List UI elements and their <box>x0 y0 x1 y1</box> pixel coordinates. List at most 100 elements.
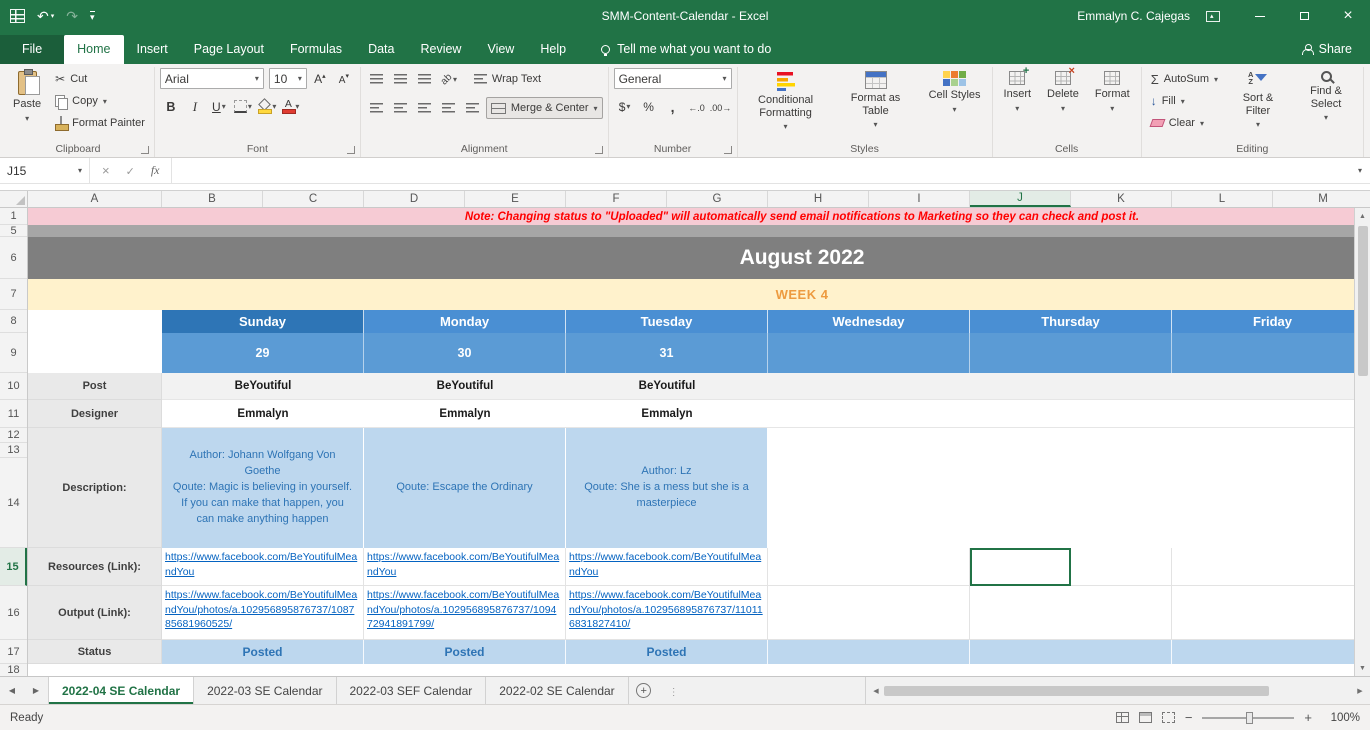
tab-home[interactable]: Home <box>64 35 124 64</box>
borders-button[interactable] <box>232 96 254 117</box>
tab-page-layout[interactable]: Page Layout <box>181 35 277 64</box>
decrease-decimal-button[interactable] <box>710 96 732 117</box>
decrease-indent-button[interactable] <box>438 98 460 119</box>
description-cell-wednesday[interactable] <box>768 428 970 548</box>
zoom-out-button[interactable] <box>1185 710 1193 725</box>
align-left-button[interactable] <box>366 98 388 119</box>
horizontal-scroll-thumb[interactable] <box>884 685 1269 696</box>
resources-row-label[interactable]: Resources (Link): <box>28 548 162 586</box>
post-cell-wednesday[interactable] <box>768 373 970 400</box>
output-link[interactable]: https://www.facebook.com/BeYoutifulMeand… <box>165 589 357 630</box>
output-cell-monday[interactable]: https://www.facebook.com/BeYoutifulMeand… <box>364 586 566 640</box>
designer-cell-sunday[interactable]: Emmalyn <box>162 400 364 428</box>
tab-data[interactable]: Data <box>355 35 407 64</box>
row-header-12[interactable]: 12 <box>0 428 27 443</box>
column-header-c[interactable]: C <box>263 191 364 207</box>
column-header-a[interactable]: A <box>28 191 162 207</box>
day-header-sunday[interactable]: Sunday <box>162 310 364 333</box>
sheet-tab-2022-03-sef[interactable]: 2022-03 SEF Calendar <box>337 677 487 704</box>
horizontal-scroll-track[interactable] <box>884 685 1352 696</box>
description-cell-sunday[interactable]: Author: Johann Wolfgang Von Goethe Qoute… <box>162 428 364 548</box>
post-cell-thursday[interactable] <box>970 373 1172 400</box>
output-cell-tuesday[interactable]: https://www.facebook.com/BeYoutifulMeand… <box>566 586 768 640</box>
date-cell-monday[interactable]: 30 <box>364 333 566 373</box>
empty-cell[interactable] <box>28 310 162 333</box>
status-cell-wednesday[interactable] <box>768 640 970 664</box>
output-cell-friday[interactable] <box>1172 586 1354 640</box>
row-header-17[interactable]: 17 <box>0 640 27 664</box>
insert-function-icon[interactable] <box>151 163 160 178</box>
underline-button[interactable] <box>208 96 230 117</box>
zoom-in-button[interactable] <box>1304 710 1312 725</box>
tab-file[interactable]: File <box>0 35 65 64</box>
sheet-nav-right-arrow[interactable]: ▶ <box>24 677 48 704</box>
note-row[interactable]: Note: Changing status to "Uploaded" will… <box>28 208 1354 225</box>
name-box[interactable]: J15 <box>0 158 90 183</box>
column-header-k[interactable]: K <box>1071 191 1172 207</box>
cell-styles-button[interactable]: Cell Styles <box>923 68 987 117</box>
conditional-formatting-button[interactable]: Conditional Formatting <box>743 68 829 134</box>
tab-review[interactable]: Review <box>407 35 474 64</box>
font-size-combo[interactable]: 10 <box>268 68 307 89</box>
column-header-h[interactable]: H <box>768 191 869 207</box>
wrap-text-button[interactable]: Wrap Text <box>470 68 545 90</box>
post-cell-friday[interactable] <box>1172 373 1354 400</box>
tab-help[interactable]: Help <box>527 35 579 64</box>
description-row-label[interactable]: Description: <box>28 428 162 548</box>
date-cell-thursday[interactable] <box>970 333 1172 373</box>
post-cell-monday[interactable]: BeYoutiful <box>364 373 566 400</box>
day-header-thursday[interactable]: Thursday <box>970 310 1172 333</box>
tell-me-search[interactable]: Tell me what you want to do <box>595 35 777 64</box>
scroll-left-arrow[interactable]: ◀ <box>868 687 884 695</box>
format-cells-button[interactable]: Format <box>1089 68 1136 116</box>
resources-cell-friday[interactable] <box>1172 548 1354 586</box>
designer-cell-monday[interactable]: Emmalyn <box>364 400 566 428</box>
insert-cells-button[interactable]: Insert <box>998 65 1038 116</box>
cancel-icon[interactable] <box>102 163 110 178</box>
day-header-wednesday[interactable]: Wednesday <box>768 310 970 333</box>
quick-access-customize-button[interactable]: ▾ <box>89 10 95 22</box>
column-header-d[interactable]: D <box>364 191 465 207</box>
post-cell-sunday[interactable]: BeYoutiful <box>162 373 364 400</box>
sort-filter-button[interactable]: Sort & Filter <box>1226 68 1290 132</box>
post-row-label[interactable]: Post <box>28 373 162 400</box>
close-button[interactable] <box>1326 0 1370 32</box>
expand-formula-bar-button[interactable] <box>1350 158 1370 183</box>
align-top-button[interactable] <box>366 69 388 90</box>
format-as-table-button[interactable]: Format as Table <box>833 68 919 132</box>
delete-cells-button[interactable]: Delete <box>1041 65 1085 116</box>
vertical-scroll-thumb[interactable] <box>1357 226 1368 376</box>
row-header-14[interactable]: 14 <box>0 458 27 548</box>
column-header-e[interactable]: E <box>465 191 566 207</box>
align-center-button[interactable] <box>390 98 412 119</box>
align-middle-button[interactable] <box>390 69 412 90</box>
output-link[interactable]: https://www.facebook.com/BeYoutifulMeand… <box>367 589 559 630</box>
format-painter-button[interactable]: Format Painter <box>51 112 149 134</box>
status-cell-sunday[interactable]: Posted <box>162 640 364 664</box>
zoom-level[interactable]: 100% <box>1322 712 1360 724</box>
scroll-right-arrow[interactable]: ▶ <box>1352 687 1368 695</box>
select-all-corner[interactable] <box>0 191 28 207</box>
row-header-13[interactable]: 13 <box>0 443 27 458</box>
designer-cell-wednesday[interactable] <box>768 400 970 428</box>
designer-cell-tuesday[interactable]: Emmalyn <box>566 400 768 428</box>
date-cell-tuesday[interactable]: 31 <box>566 333 768 373</box>
account-name[interactable]: Emmalyn C. Cajegas <box>1077 9 1190 23</box>
date-cell-wednesday[interactable] <box>768 333 970 373</box>
resources-cell-tuesday[interactable]: https://www.facebook.com/BeYoutifulMeand… <box>566 548 768 586</box>
comma-style-button[interactable] <box>662 96 684 117</box>
description-cell-friday[interactable] <box>1172 428 1354 548</box>
description-cell-thursday[interactable] <box>970 428 1172 548</box>
sheet-tab-2022-02[interactable]: 2022-02 SE Calendar <box>486 677 629 704</box>
increase-indent-button[interactable] <box>462 98 484 119</box>
column-header-i[interactable]: I <box>869 191 970 207</box>
output-cell-sunday[interactable]: https://www.facebook.com/BeYoutifulMeand… <box>162 586 364 640</box>
find-select-button[interactable]: Find & Select <box>1294 68 1358 125</box>
output-cell-thursday[interactable] <box>970 586 1172 640</box>
paste-button[interactable]: Paste <box>7 68 47 126</box>
merge-center-button[interactable]: Merge & Center <box>485 97 603 119</box>
font-family-combo[interactable]: Arial <box>159 68 264 89</box>
orientation-button[interactable] <box>438 69 460 90</box>
zoom-slider-thumb[interactable] <box>1246 711 1254 724</box>
row-header-16[interactable]: 16 <box>0 586 27 640</box>
